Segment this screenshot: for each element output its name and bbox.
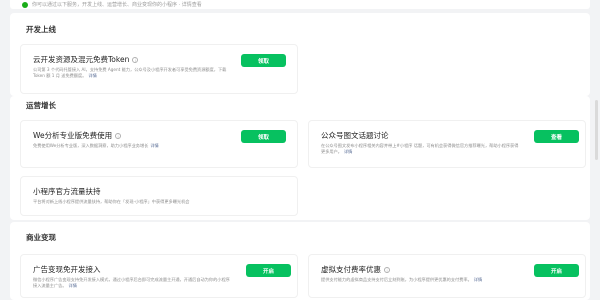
card-cloud-detail-link[interactable]: 详情 [88,73,96,78]
card-cloud-title-text: 云开发资源及混元免费Token [33,55,130,64]
card-virtual-title-text: 虚拟支付费率优惠 [321,265,381,274]
notice-icon [22,1,28,8]
card-article-view-button[interactable]: 查看 [534,130,579,143]
section-title-growth: 运营增长 [26,101,56,110]
notice-bar: 你可以通过以下服务，开发上线、运营增长、商业变现你的小程序 · 详情查看 [10,0,590,9]
card-traffic-title: 小程序官方流量扶持 [33,187,101,196]
notice-text: 你可以通过以下服务，开发上线、运营增长、商业变现你的小程序 · 详情查看 [32,2,202,8]
section-title-monetize: 商业变现 [26,233,56,242]
card-article: 公众号图文话题讨论 在公众号图文发布小程序相关内容并带上#小程序 话题，可有机会… [308,120,586,168]
card-ads-enable-button[interactable]: 开启 [246,264,291,277]
card-article-title: 公众号图文话题讨论 [321,130,389,141]
card-virtual-detail-link[interactable]: 详情 [474,277,482,282]
card-analytics-title-text: We分析专业版免费使用 [33,131,113,140]
card-cloud-desc-text: 公司第 3 个代码托管接入 AI，支持免费 Agent 能力，公众号及小程序开发… [33,67,227,79]
card-analytics-detail-link[interactable]: 详情 [150,143,158,148]
info-icon[interactable]: i [115,132,122,139]
card-traffic-desc: 平台将对新上线小程序提供流量扶持，帮助你在「发现-小程序」中获得更多曝光机会 [33,199,190,204]
card-ads-desc-text: 微信小程序广告变现支持免开发接入模式，通过小程序后台即可完成流量主开通，开通后自… [33,277,230,289]
card-analytics-claim-button[interactable]: 领取 [241,130,286,143]
card-article-desc: 在公众号图文发布小程序相关内容并带上#小程序 话题，可有机会获得微信官方推荐曝光… [321,143,521,156]
card-cloud-claim-button[interactable]: 领取 [241,54,286,67]
info-icon[interactable]: i [132,56,139,63]
card-cloud-dev: 云开发资源及混元免费Token i 公司第 3 个代码托管接入 AI，支持免费 … [20,44,298,94]
card-ads-title-text: 广告变现免开发接入 [33,265,101,274]
card-ads-title: 广告变现免开发接入 [33,264,101,275]
card-analytics-desc-text: 免费使用We分析专业版，深入数据洞察，助力小程序业务增长 [33,143,149,148]
section-title-dev: 开发上线 [26,25,56,34]
card-analytics-title: We分析专业版免费使用 i [33,130,122,141]
card-virtual-enable-button[interactable]: 开启 [534,264,579,277]
card-ads: 广告变现免开发接入 微信小程序广告变现支持免开发接入模式，通过小程序后台即可完成… [20,254,298,298]
card-virtual-desc: 提供支付能力的虚拟商品支持支付后立刻到账，为小程序提供更优惠的支付费率。 详情 [321,277,521,283]
card-analytics: We分析专业版免费使用 i 免费使用We分析专业版，深入数据洞察，助力小程序业务… [20,120,298,168]
card-cloud-title: 云开发资源及混元免费Token i [33,54,139,65]
card-article-detail-link[interactable]: 详情 [344,149,352,154]
card-analytics-desc: 免费使用We分析专业版，深入数据洞察，助力小程序业务增长 详情 [33,143,233,149]
card-ads-detail-link[interactable]: 详情 [69,283,77,288]
card-traffic: 小程序官方流量扶持 平台将对新上线小程序提供流量扶持，帮助你在「发现-小程序」中… [20,176,298,216]
info-icon[interactable]: i [384,266,390,273]
card-ads-desc: 微信小程序广告变现支持免开发接入模式，通过小程序后台即可完成流量主开通，开通后自… [33,277,233,290]
card-cloud-desc: 公司第 3 个代码托管接入 AI，支持免费 Agent 能力，公众号及小程序开发… [33,67,233,80]
card-virtual-desc-text: 提供支付能力的虚拟商品支持支付后立刻到账，为小程序提供更优惠的支付费率。 [321,277,472,282]
card-article-title-text: 公众号图文话题讨论 [321,131,389,140]
card-virtual-title: 虚拟支付费率优惠 i [321,264,390,275]
scrollbar[interactable] [595,100,598,160]
card-virtual-pay: 虚拟支付费率优惠 i 提供支付能力的虚拟商品支持支付后立刻到账，为小程序提供更优… [308,254,586,298]
